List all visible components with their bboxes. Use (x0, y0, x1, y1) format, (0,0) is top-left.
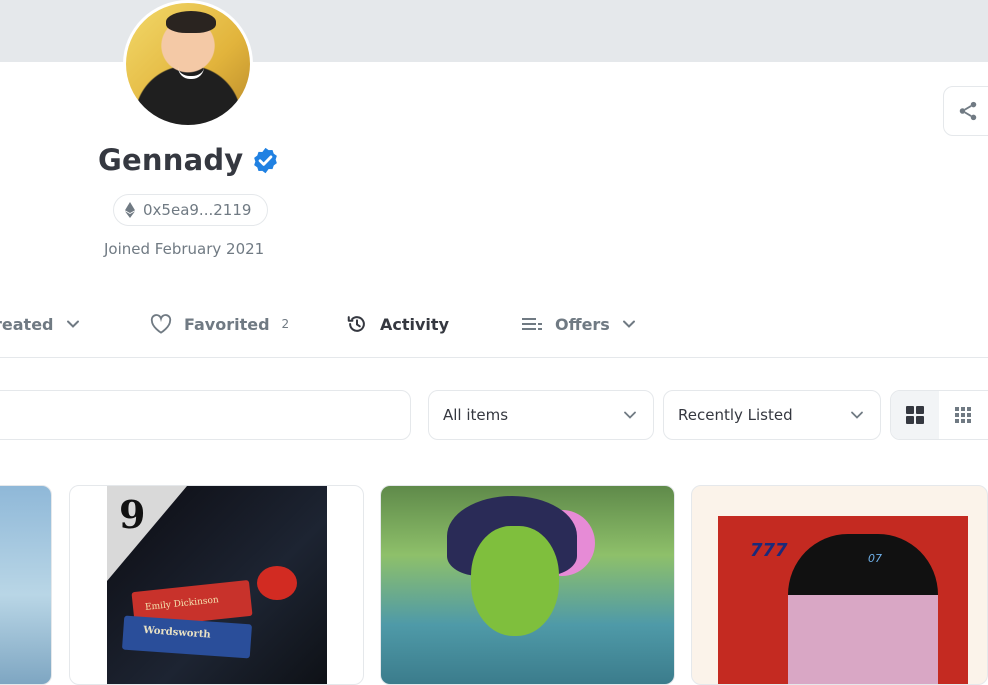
chevron-down-icon (66, 320, 79, 328)
ethereum-icon (125, 202, 135, 218)
tab-offers[interactable]: Offers (521, 312, 636, 336)
sort-select[interactable]: Recently Listed (663, 390, 881, 440)
share-button[interactable] (943, 86, 988, 136)
view-toggle (890, 390, 988, 440)
tab-created[interactable]: reated (0, 312, 80, 336)
tab-offers-label: Offers (555, 314, 610, 334)
artwork-rose (257, 566, 297, 600)
large-grid-view-button[interactable] (891, 391, 939, 439)
nft-card[interactable]: 777 07 (691, 485, 988, 685)
nft-card[interactable]: 9 Emily Dickinson Wordsworth (69, 485, 364, 685)
history-icon (347, 316, 365, 332)
tab-activity[interactable]: Activity (346, 312, 449, 336)
nft-card[interactable] (0, 485, 52, 685)
tab-favorited[interactable]: Favorited 2 (150, 312, 289, 336)
profile-name-row: Gennady (98, 143, 280, 177)
nft-artwork (381, 486, 674, 684)
tab-created-label: reated (0, 314, 54, 334)
artwork-figure (788, 534, 938, 684)
search-input[interactable] (0, 390, 411, 440)
tab-favorited-label: Favorited (184, 314, 270, 334)
items-filter-value: All items (443, 406, 509, 424)
profile-tabs: reated Favorited 2 Activity Offers (0, 300, 988, 358)
artwork-badge: 07 (868, 552, 882, 565)
profile-name: Gennady (98, 143, 244, 177)
sort-value: Recently Listed (678, 406, 793, 424)
tab-activity-label: Activity (380, 314, 449, 334)
avatar-smile (178, 67, 204, 79)
nft-card[interactable] (380, 485, 675, 685)
small-grid-icon (955, 407, 971, 423)
artwork-number: 9 (119, 492, 146, 537)
nft-artwork: 9 Emily Dickinson Wordsworth (107, 486, 327, 684)
heart-icon (150, 314, 172, 334)
items-filter-select[interactable]: All items (428, 390, 654, 440)
nft-artwork: 777 07 (718, 516, 968, 684)
list-icon (522, 318, 542, 330)
wallet-address: 0x5ea9...2119 (143, 201, 252, 219)
wallet-address-pill[interactable]: 0x5ea9...2119 (113, 194, 269, 226)
artwork-number: 777 (750, 540, 788, 561)
small-grid-view-button[interactable] (939, 391, 987, 439)
joined-date: Joined February 2021 (104, 240, 265, 258)
chevron-down-icon (624, 411, 636, 419)
favorited-count: 2 (281, 317, 290, 331)
profile-avatar[interactable] (123, 0, 253, 128)
avatar-hair (166, 11, 216, 33)
artwork-book: Wordsworth (121, 615, 253, 659)
share-icon (959, 101, 977, 121)
artwork-face (471, 526, 559, 636)
large-grid-icon (906, 406, 924, 424)
chevron-down-icon (622, 320, 635, 328)
verified-badge-icon (254, 147, 278, 173)
chevron-down-icon (851, 411, 863, 419)
